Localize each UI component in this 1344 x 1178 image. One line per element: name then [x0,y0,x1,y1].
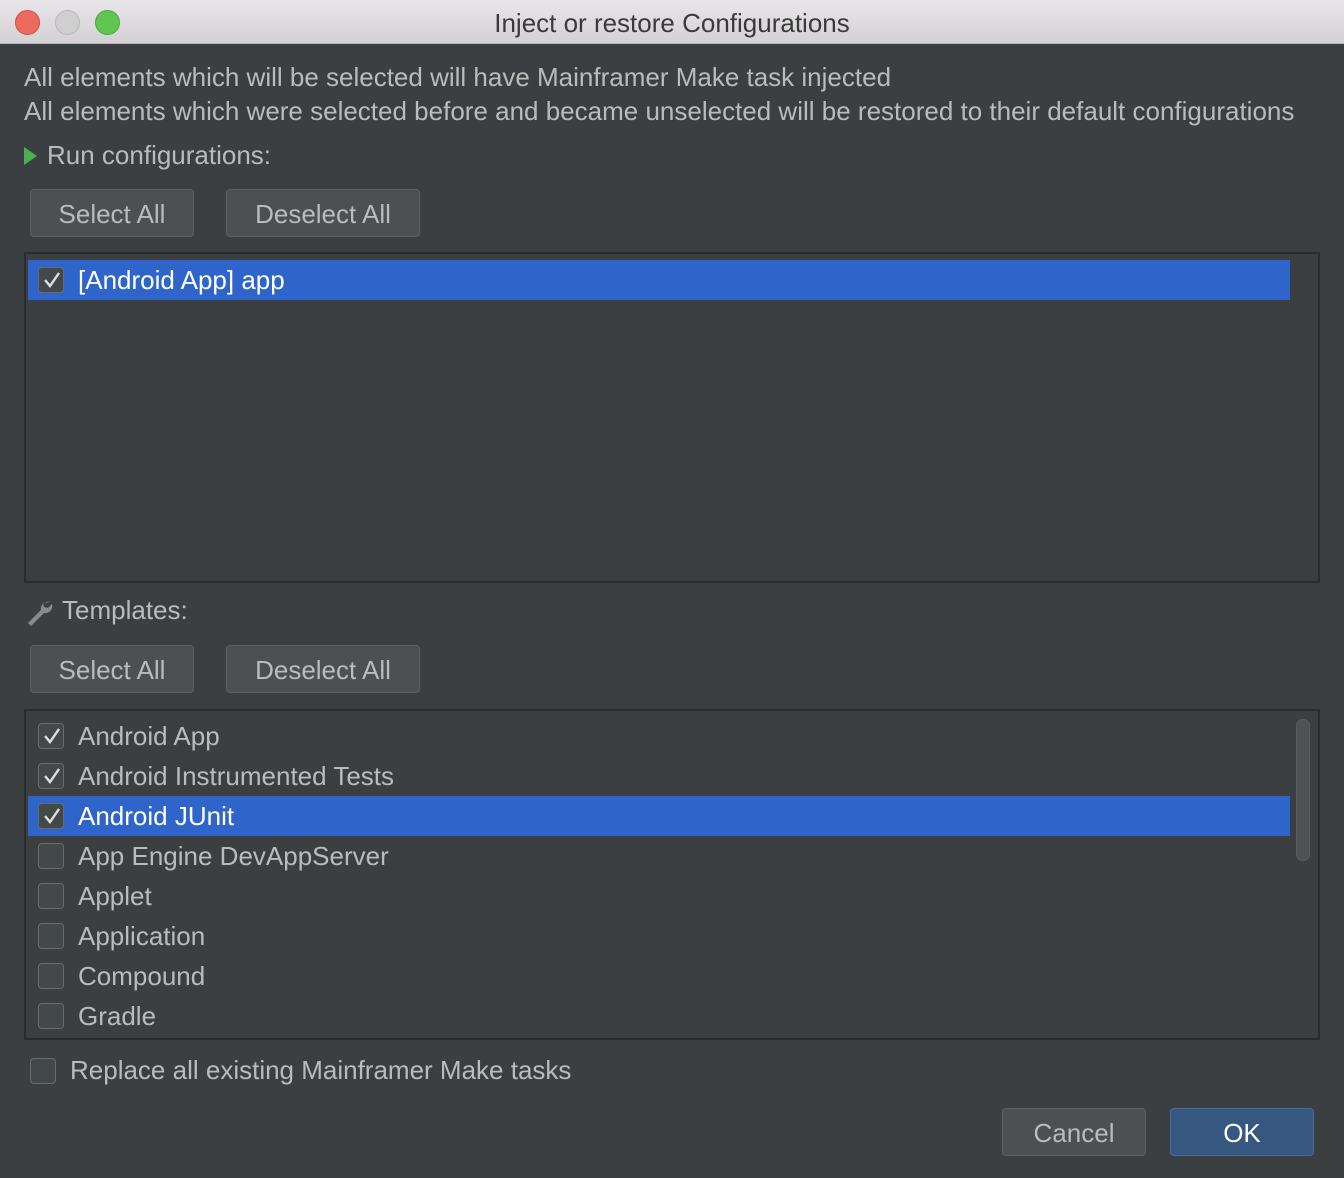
title-bar: Inject or restore Configurations [0,0,1344,44]
list-item[interactable]: App Engine DevAppServer [28,836,1290,876]
wrench-icon [28,601,53,626]
item-checkbox[interactable] [38,963,64,989]
item-label: Android App [78,720,220,751]
item-label: Applet [78,880,152,911]
item-checkbox[interactable] [38,267,64,293]
expand-triangle-icon[interactable] [24,146,37,165]
item-checkbox[interactable] [38,923,64,949]
item-label: Application [78,920,206,951]
run-deselect-all-button[interactable]: Deselect All [226,189,420,237]
item-label: App Engine DevAppServer [78,840,389,871]
check-icon [44,808,60,824]
item-label: Android JUnit [78,800,235,831]
item-label: Android Instrumented Tests [78,760,395,791]
cancel-button[interactable]: Cancel [1002,1108,1146,1156]
list-item[interactable]: Compound [28,956,1290,996]
description-line-1: All elements which will be selected will… [24,62,892,92]
replace-option[interactable]: Replace all existing Mainframer Make tas… [30,1055,571,1086]
item-checkbox[interactable] [38,883,64,909]
run-configurations-header[interactable]: Run configurations: [24,140,271,171]
list-item[interactable]: Android App [28,716,1290,756]
item-checkbox[interactable] [38,843,64,869]
templates-scrollbar[interactable] [1296,719,1310,861]
replace-checkbox[interactable] [30,1057,56,1084]
templates-header: Templates: [24,595,188,626]
item-label: [Android App] app [78,264,285,295]
templates-deselect-all-button[interactable]: Deselect All [226,645,420,693]
ok-button[interactable]: OK [1170,1108,1314,1156]
replace-option-label: Replace all existing Mainframer Make tas… [70,1055,572,1085]
item-checkbox[interactable] [38,763,64,789]
item-label: Compound [78,960,206,991]
check-icon [44,768,60,784]
window-title: Inject or restore Configurations [494,8,850,38]
item-checkbox[interactable] [38,723,64,749]
run-select-all-button[interactable]: Select All [30,189,194,237]
templates-list[interactable]: Android App Android Instrumented Tests And… [24,709,1320,1040]
item-checkbox[interactable] [38,803,64,829]
templates-label: Templates: [62,595,188,625]
item-checkbox[interactable] [38,1003,64,1029]
list-item[interactable]: Android JUnit [28,796,1290,836]
run-configurations-list[interactable]: [Android App] app [24,252,1320,583]
description-line-2: All elements which were selected before … [24,96,1295,126]
list-item[interactable]: [Android App] app [28,260,1290,300]
check-icon [44,272,60,288]
list-item[interactable]: Applet [28,876,1290,916]
check-icon [44,728,60,744]
list-item[interactable]: Android Instrumented Tests [28,756,1290,796]
templates-select-all-button[interactable]: Select All [30,645,194,693]
item-label: Gradle [78,1000,157,1031]
list-item[interactable]: Gradle [28,996,1290,1036]
run-configurations-label: Run configurations: [47,140,272,170]
list-item[interactable]: Application [28,916,1290,956]
